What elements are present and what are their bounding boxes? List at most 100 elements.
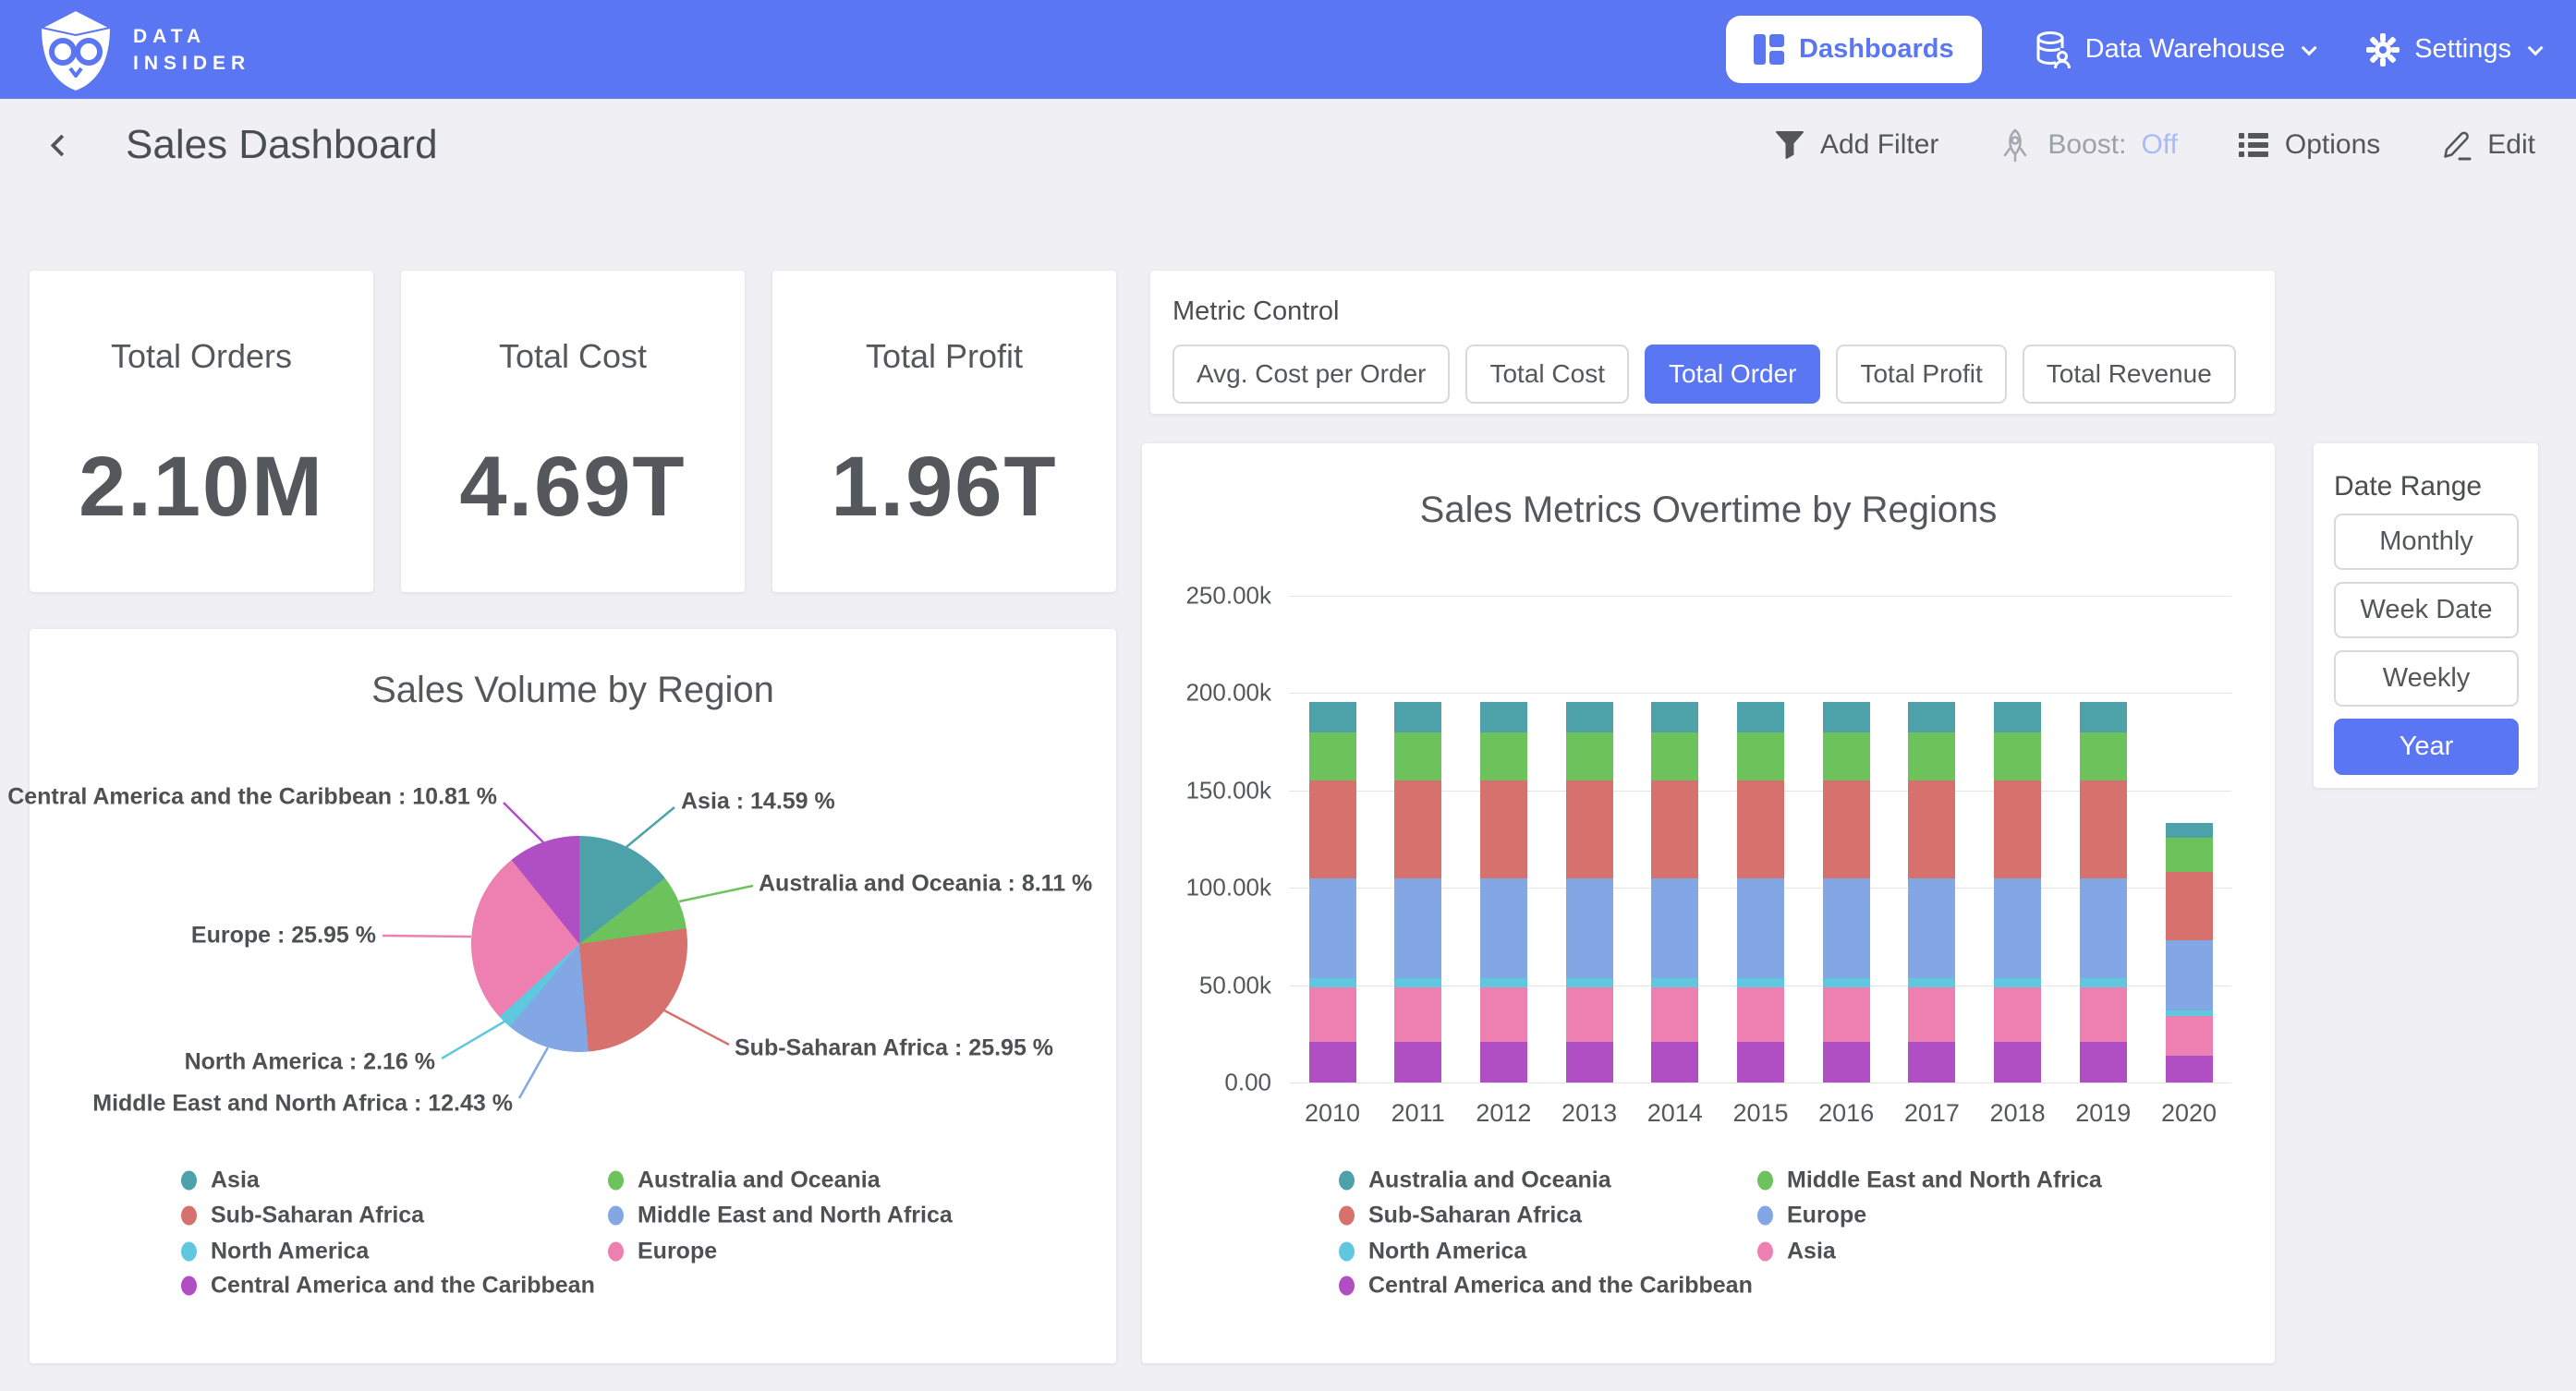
legend-item-australia-and-oceania[interactable]: Australia and Oceania [608,1167,881,1194]
legend-dot [1757,1242,1773,1262]
bar-segment-asia [2166,1016,2213,1055]
boost-toggle[interactable]: Boost:Off [1998,127,2178,163]
bar-segment-sub-saharan-africa [2080,780,2127,877]
add-filter-button[interactable]: Add Filter [1774,128,1938,162]
edit-label: Edit [2487,129,2535,161]
bar-segment-central-america-and-the-caribbean [1309,1042,1356,1083]
metric-button-total-revenue[interactable]: Total Revenue [2023,345,2236,404]
bar-column-2013[interactable] [1566,596,1613,1083]
bar-segment-central-america-and-the-caribbean [2166,1056,2213,1083]
bar-segment-sub-saharan-africa [1737,780,1784,877]
bar-segment-europe [1994,878,2041,979]
nav-settings[interactable]: Settings [2364,31,2539,68]
bar-column-2014[interactable] [1651,596,1698,1083]
bar-segment-europe [2166,940,2213,1010]
legend-item-europe[interactable]: Europe [608,1239,717,1265]
pie-callout-sub-saharan-africa: Sub-Saharan Africa : 25.95 % [735,1035,1053,1062]
pie-chart [471,836,687,1052]
bar-segment-middle-east-and-north-africa [1309,732,1356,781]
metric-button-total-order[interactable]: Total Order [1645,345,1821,404]
date-range-button-week-date[interactable]: Week Date [2334,582,2519,638]
date-range-buttons: Monthly Week Date Weekly Year [2334,514,2519,775]
bar-segment-europe [1566,878,1613,979]
bar-segment-sub-saharan-africa [1566,780,1613,877]
y-tick-label: 150.00k [1142,776,1271,804]
legend-item-sub-saharan-africa[interactable]: Sub-Saharan Africa [181,1203,424,1229]
page-title: Sales Dashboard [126,122,438,168]
date-range-card: Date Range MonthlyWeek DateWeeklyYear [2314,443,2538,788]
bar-segment-central-america-and-the-caribbean [1994,1042,2041,1083]
date-range-button-weekly[interactable]: Weekly [2334,650,2519,707]
date-range-button-monthly[interactable]: Monthly [2334,514,2519,570]
legend-label: Sub-Saharan Africa [211,1203,424,1229]
legend-item-middle-east-and-north-africa[interactable]: Middle East and North Africa [1757,1167,2102,1194]
bar-segment-north-america [2080,978,2127,986]
legend-label: Sub-Saharan Africa [1368,1203,1582,1229]
bar-segment-australia-and-oceania [1651,702,1698,732]
bar-segment-central-america-and-the-caribbean [1908,1042,1955,1083]
kpi-value: 2.10M [30,439,373,536]
bar-column-2012[interactable] [1480,596,1527,1083]
bar-segment-north-america [2166,1010,2213,1016]
pencil-icon [2439,127,2473,163]
pie-chart-card: Sales Volume by Region Asia : 14.59 %Aus… [30,629,1116,1363]
y-tick-label: 100.00k [1142,874,1271,902]
edit-button[interactable]: Edit [2439,127,2535,163]
pie-chart-title: Sales Volume by Region [30,670,1116,711]
bar-segment-australia-and-oceania [1823,702,1870,732]
x-tick-label: 2011 [1377,1099,1460,1128]
legend-item-europe[interactable]: Europe [1757,1203,1866,1229]
legend-item-sub-saharan-africa[interactable]: Sub-Saharan Africa [1339,1203,1582,1229]
metric-button-total-cost[interactable]: Total Cost [1465,345,1629,404]
kpi-value: 1.96T [772,439,1116,536]
legend-label: Middle East and North Africa [1787,1167,2102,1194]
bar-segment-europe [1823,878,1870,979]
legend-item-middle-east-and-north-africa[interactable]: Middle East and North Africa [608,1203,953,1229]
y-tick-label: 200.00k [1142,679,1271,708]
metric-button-avg-cost-per-order[interactable]: Avg. Cost per Order [1173,345,1450,404]
bar-segment-sub-saharan-africa [1994,780,2041,877]
legend-label: Middle East and North Africa [638,1203,953,1229]
add-filter-label: Add Filter [1820,129,1938,161]
options-button[interactable]: Options [2237,129,2380,161]
chevron-left-icon [50,134,72,156]
bar-column-2019[interactable] [2080,596,2127,1083]
bar-column-2020[interactable] [2166,596,2213,1083]
legend-item-central-america-and-the-caribbean[interactable]: Central America and the Caribbean [1339,1273,1753,1300]
owl-logo-icon [37,7,115,92]
bar-column-2016[interactable] [1823,596,1870,1083]
metric-control-card: Metric Control Avg. Cost per OrderTotal … [1150,271,2275,414]
bar-segment-middle-east-and-north-africa [1566,732,1613,781]
bar-column-2010[interactable] [1309,596,1356,1083]
bar-column-2017[interactable] [1908,596,1955,1083]
legend-item-australia-and-oceania[interactable]: Australia and Oceania [1339,1167,1611,1194]
legend-dot [181,1276,197,1296]
bar-column-2015[interactable] [1737,596,1784,1083]
legend-item-north-america[interactable]: North America [181,1239,369,1265]
filter-icon [1774,128,1805,162]
bar-segment-north-america [1823,978,1870,986]
back-button[interactable] [41,125,81,165]
header-actions: Add Filter Boost:Off Options [1774,127,2535,163]
bar-segment-central-america-and-the-caribbean [1480,1042,1527,1083]
legend-dot [181,1206,197,1226]
nav-dashboards[interactable]: Dashboards [1726,16,1982,83]
x-tick-label: 2015 [1719,1099,1803,1128]
date-range-button-year[interactable]: Year [2334,719,2519,775]
bar-column-2018[interactable] [1994,596,2041,1083]
legend-item-central-america-and-the-caribbean[interactable]: Central America and the Caribbean [181,1273,595,1300]
bar-chart-card: Sales Metrics Overtime by Regions 0.0050… [1142,443,2275,1363]
bar-segment-europe [1908,878,1955,979]
bar-segment-australia-and-oceania [1566,702,1613,732]
x-tick-label: 2018 [1976,1099,2060,1128]
bar-segment-central-america-and-the-caribbean [1737,1042,1784,1083]
bar-column-2011[interactable] [1394,596,1441,1083]
metric-button-total-profit[interactable]: Total Profit [1836,345,2006,404]
nav-data-warehouse[interactable]: Data Warehouse [2034,30,2314,70]
bar-segment-middle-east-and-north-africa [1908,732,1955,781]
legend-item-asia[interactable]: Asia [181,1167,260,1194]
legend-label: North America [1368,1239,1526,1265]
legend-item-north-america[interactable]: North America [1339,1239,1526,1265]
bar-segment-sub-saharan-africa [2166,872,2213,940]
legend-item-asia[interactable]: Asia [1757,1239,1836,1265]
